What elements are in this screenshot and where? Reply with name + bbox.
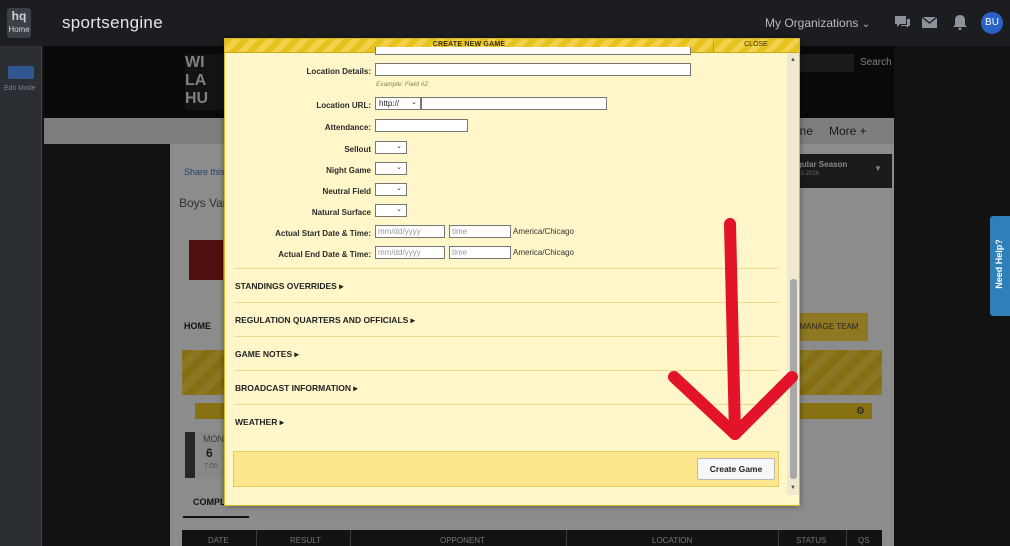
scrollbar-thumb[interactable] (790, 279, 797, 479)
attendance-label: Attendance: (324, 123, 371, 132)
section-title: WEATHER ▸ (235, 417, 284, 427)
natural-surface-label: Natural Surface (311, 208, 371, 217)
hq-home-button[interactable]: hq Home (7, 8, 31, 38)
location-name-input[interactable] (375, 47, 691, 55)
start-datetime-label: Actual Start Date & Time: (275, 229, 371, 238)
chat-icon[interactable] (893, 14, 911, 30)
my-organizations-menu[interactable]: My Organizations ⌄ (765, 16, 870, 30)
location-details-label: Location Details: (306, 67, 371, 76)
sellout-label: Sellout (344, 145, 371, 154)
section-weather[interactable]: WEATHER ▸ (235, 404, 779, 438)
left-rail: Edit Mode (0, 46, 42, 546)
modal-footer: Create Game (233, 451, 779, 487)
need-help-tab[interactable]: Need Help? (990, 216, 1010, 316)
scroll-up-icon[interactable]: ▲ (790, 57, 796, 63)
section-title: STANDINGS OVERRIDES ▸ (235, 281, 344, 291)
edit-mode-label: Edit Mode (4, 85, 36, 92)
location-url-label: Location URL: (316, 101, 371, 110)
location-url-input[interactable] (421, 97, 607, 110)
end-date-input[interactable]: mm/dd/yyyy (375, 246, 445, 259)
chevron-down-icon: ⌄ (861, 19, 871, 30)
location-details-hint: Example: Field #2 (376, 81, 429, 88)
end-date-placeholder: mm/dd/yyyy (378, 248, 421, 257)
home-label: Home (8, 25, 30, 34)
section-regulation-quarters[interactable]: REGULATION QUARTERS AND OFFICIALS ▸ (235, 302, 779, 336)
chevron-down-icon: ⌄ (396, 206, 402, 213)
location-details-input[interactable] (375, 63, 691, 76)
bell-icon[interactable] (951, 14, 969, 30)
end-timezone: America/Chicago (513, 248, 574, 257)
end-time-placeholder: time (452, 248, 468, 257)
close-button[interactable]: CLOSE (713, 41, 799, 48)
create-game-button[interactable]: Create Game (697, 458, 775, 480)
start-date-input[interactable]: mm/dd/yyyy (375, 225, 445, 238)
sellout-select[interactable]: ⌄ (375, 141, 407, 154)
need-help-label: Need Help? (994, 239, 1004, 289)
hq-logo: hq (11, 9, 27, 23)
neutral-field-label: Neutral Field (322, 187, 371, 196)
edit-mode-toggle[interactable] (8, 66, 34, 79)
avatar[interactable]: BU (981, 12, 1003, 34)
night-game-label: Night Game (326, 166, 371, 175)
create-game-modal: CREATE NEW GAME CLOSE Location Details: … (224, 38, 800, 506)
start-time-input[interactable]: time (449, 225, 511, 238)
start-date-placeholder: mm/dd/yyyy (378, 227, 421, 236)
start-time-placeholder: time (452, 227, 468, 236)
section-title: REGULATION QUARTERS AND OFFICIALS ▸ (235, 315, 415, 325)
url-scheme-value: http:// (379, 99, 400, 108)
my-organizations-label: My Organizations (765, 16, 859, 30)
night-game-select[interactable]: ⌄ (375, 162, 407, 175)
section-game-notes[interactable]: GAME NOTES ▸ (235, 336, 779, 370)
brand-logo[interactable]: sportsengine (62, 13, 163, 33)
section-title: GAME NOTES ▸ (235, 349, 299, 359)
chevron-down-icon: ⌄ (396, 164, 402, 171)
section-standings-overrides[interactable]: STANDINGS OVERRIDES ▸ (235, 268, 779, 302)
url-scheme-select[interactable]: http:// ⌄ (375, 97, 421, 110)
chevron-down-icon: ⌄ (396, 143, 402, 150)
neutral-field-select[interactable]: ⌄ (375, 183, 407, 196)
natural-surface-select[interactable]: ⌄ (375, 204, 407, 217)
chevron-down-icon: ⌄ (411, 99, 417, 106)
mail-icon[interactable] (921, 14, 939, 30)
end-datetime-label: Actual End Date & Time: (278, 250, 371, 259)
section-broadcast-information[interactable]: BROADCAST INFORMATION ▸ (235, 370, 779, 404)
chevron-down-icon: ⌄ (396, 185, 402, 192)
scroll-down-icon[interactable]: ▼ (790, 485, 796, 491)
end-time-input[interactable]: time (449, 246, 511, 259)
section-title: BROADCAST INFORMATION ▸ (235, 383, 358, 393)
start-timezone: America/Chicago (513, 227, 574, 236)
attendance-input[interactable] (375, 119, 468, 132)
